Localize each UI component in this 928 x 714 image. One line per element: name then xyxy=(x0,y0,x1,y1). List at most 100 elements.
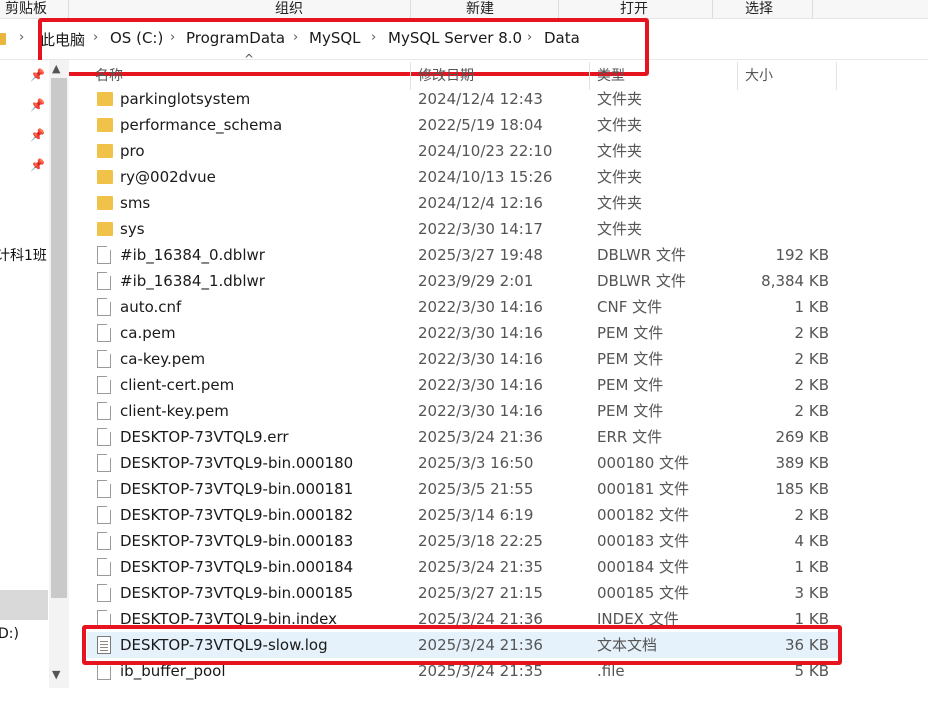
ribbon-group-clipboard: 剪贴板 xyxy=(5,1,47,17)
folder-icon xyxy=(97,144,113,158)
folder-icon xyxy=(97,92,113,106)
file-row[interactable]: #ib_16384_1.dblwr 2023/9/29 2:01 DBLWR 文件 8… xyxy=(87,268,840,294)
file-type: DBLWR 文件 xyxy=(597,272,686,290)
file-size: 1 KB xyxy=(794,558,829,576)
file-icon xyxy=(97,324,111,342)
file-type: .file xyxy=(597,662,625,680)
file-row[interactable]: DESKTOP-73VTQL9.err 2025/3/24 21:36 ERR 文件… xyxy=(87,424,840,450)
file-row[interactable]: DESKTOP-73VTQL9-bin.000185 2025/3/27 21:1… xyxy=(87,580,840,606)
address-bar[interactable]: › 此电脑 › OS (C:) › ProgramData › MySQL › … xyxy=(0,19,928,60)
file-icon xyxy=(97,662,111,680)
file-type: 000182 文件 xyxy=(597,506,690,524)
file-row[interactable]: DESKTOP-73VTQL9-bin.000181 2025/3/5 21:55… xyxy=(87,476,840,502)
file-row[interactable]: ib_buffer_pool 2025/3/24 21:35 .file 5 KB xyxy=(87,658,840,684)
breadcrumb-data[interactable]: Data xyxy=(544,29,580,47)
file-size: 1 KB xyxy=(794,298,829,316)
ribbon-divider xyxy=(410,0,411,18)
ribbon-group-open: 打开 xyxy=(620,1,648,17)
nav-scrollbar-thumb[interactable] xyxy=(51,78,67,598)
file-row[interactable]: DESKTOP-73VTQL9-bin.000180 2025/3/3 16:50… xyxy=(87,450,840,476)
file-row[interactable]: client-cert.pem 2022/3/30 14:16 PEM 文件 2 KB xyxy=(87,372,840,398)
chevron-right-icon[interactable]: › xyxy=(170,30,175,45)
nav-item-selected[interactable] xyxy=(0,590,48,620)
file-row[interactable]: ca-key.pem 2022/3/30 14:16 PEM 文件 2 KB xyxy=(87,346,840,372)
file-type: 文件夹 xyxy=(597,168,643,186)
file-name: ry@002dvue xyxy=(120,168,216,186)
file-icon xyxy=(97,584,111,602)
file-type: PEM 文件 xyxy=(597,324,664,342)
file-icon xyxy=(97,610,111,628)
pin-icon[interactable]: 📌 xyxy=(30,68,45,82)
chevron-right-icon[interactable]: › xyxy=(19,30,24,45)
scroll-up-icon[interactable]: ▲ xyxy=(52,62,60,75)
file-date-modified: 2022/3/30 14:16 xyxy=(418,298,543,316)
file-size: 2 KB xyxy=(794,324,829,342)
chevron-right-icon[interactable]: › xyxy=(293,30,298,45)
file-date-modified: 2022/3/30 14:16 xyxy=(418,324,543,342)
file-row[interactable]: #ib_16384_0.dblwr 2025/3/27 19:48 DBLWR 文件… xyxy=(87,242,840,268)
breadcrumb-mysql-server[interactable]: MySQL Server 8.0 xyxy=(388,29,522,47)
file-row[interactable]: auto.cnf 2022/3/30 14:16 CNF 文件 1 KB xyxy=(87,294,840,320)
file-row[interactable]: client-key.pem 2022/3/30 14:16 PEM 文件 2 KB xyxy=(87,398,840,424)
breadcrumb-this-pc[interactable]: 此电脑 xyxy=(40,29,85,50)
file-size: 2 KB xyxy=(794,402,829,420)
file-name: sys xyxy=(120,220,145,238)
file-date-modified: 2025/3/24 21:36 xyxy=(418,636,543,654)
breadcrumb-mysql[interactable]: MySQL xyxy=(309,29,361,47)
ribbon-group-organize: 组织 xyxy=(275,1,303,17)
file-date-modified: 2025/3/24 21:36 xyxy=(418,428,543,446)
file-row[interactable]: ca.pem 2022/3/30 14:16 PEM 文件 2 KB xyxy=(87,320,840,346)
file-row[interactable]: parkinglotsystem 2024/12/4 12:43 文件夹 xyxy=(87,86,840,112)
file-row[interactable]: sms 2024/12/4 12:16 文件夹 xyxy=(87,190,840,216)
file-row[interactable]: DESKTOP-73VTQL9-slow.log 2025/3/24 21:36 文… xyxy=(87,632,840,658)
file-row[interactable]: DESKTOP-73VTQL9-bin.000182 2025/3/14 6:19… xyxy=(87,502,840,528)
breadcrumb-os-c[interactable]: OS (C:) xyxy=(110,29,163,47)
file-row[interactable]: ry@002dvue 2024/10/13 15:26 文件夹 xyxy=(87,164,840,190)
file-name: auto.cnf xyxy=(120,298,182,316)
file-size: 36 KB xyxy=(785,636,829,654)
file-type: 000181 文件 xyxy=(597,480,690,498)
file-row[interactable]: DESKTOP-73VTQL9-bin.index 2025/3/24 21:36… xyxy=(87,606,840,632)
file-row[interactable]: DESKTOP-73VTQL9-bin.000184 2025/3/24 21:3… xyxy=(87,554,840,580)
text-document-icon xyxy=(97,636,111,654)
file-type: ERR 文件 xyxy=(597,428,663,446)
file-date-modified: 2025/3/24 21:36 xyxy=(418,610,543,628)
chevron-right-icon[interactable]: › xyxy=(93,30,98,45)
file-name: DESKTOP-73VTQL9-bin.index xyxy=(120,610,337,628)
pin-icon[interactable]: 📌 xyxy=(30,98,45,112)
file-icon xyxy=(97,402,111,420)
pin-icon[interactable]: 📌 xyxy=(30,158,45,172)
file-row[interactable]: performance_schema 2022/5/19 18:04 文件夹 xyxy=(87,112,840,138)
file-date-modified: 2025/3/14 6:19 xyxy=(418,506,534,524)
breadcrumb-programdata[interactable]: ProgramData xyxy=(186,29,285,47)
file-date-modified: 2025/3/18 22:25 xyxy=(418,532,543,550)
file-icon xyxy=(97,272,111,290)
file-date-modified: 2025/3/27 21:15 xyxy=(418,584,543,602)
folder-icon xyxy=(97,118,113,132)
scroll-down-icon[interactable]: ▼ xyxy=(52,668,60,681)
file-row[interactable]: DESKTOP-73VTQL9-bin.000183 2025/3/18 22:2… xyxy=(87,528,840,554)
pin-icon[interactable]: 📌 xyxy=(30,128,45,142)
folder-icon xyxy=(97,222,113,236)
file-name: client-key.pem xyxy=(120,402,229,420)
file-type: 000184 文件 xyxy=(597,558,690,576)
file-icon xyxy=(97,506,111,524)
file-date-modified: 2025/3/24 21:35 xyxy=(418,662,543,680)
file-type: PEM 文件 xyxy=(597,350,664,368)
file-name: ca.pem xyxy=(120,324,176,342)
chevron-right-icon[interactable]: › xyxy=(527,30,532,45)
file-type: CNF 文件 xyxy=(597,298,663,316)
file-size: 192 KB xyxy=(775,246,829,264)
file-date-modified: 2022/3/30 14:17 xyxy=(418,220,543,238)
file-size: 269 KB xyxy=(775,428,829,446)
file-name: ib_buffer_pool xyxy=(120,662,226,680)
file-row[interactable]: sys 2022/3/30 14:17 文件夹 xyxy=(87,216,840,242)
navigation-pane[interactable]: 📌 📌 📌 📌 计科1班 D:) xyxy=(0,60,49,714)
chevron-right-icon[interactable]: › xyxy=(371,30,376,45)
nav-item-drive-d[interactable]: D:) xyxy=(0,626,19,642)
file-icon xyxy=(97,298,111,316)
nav-item-class-folder[interactable]: 计科1班 xyxy=(0,245,47,265)
file-row[interactable]: pro 2024/10/23 22:10 文件夹 xyxy=(87,138,840,164)
file-size: 4 KB xyxy=(794,532,829,550)
file-type: 文件夹 xyxy=(597,142,643,160)
